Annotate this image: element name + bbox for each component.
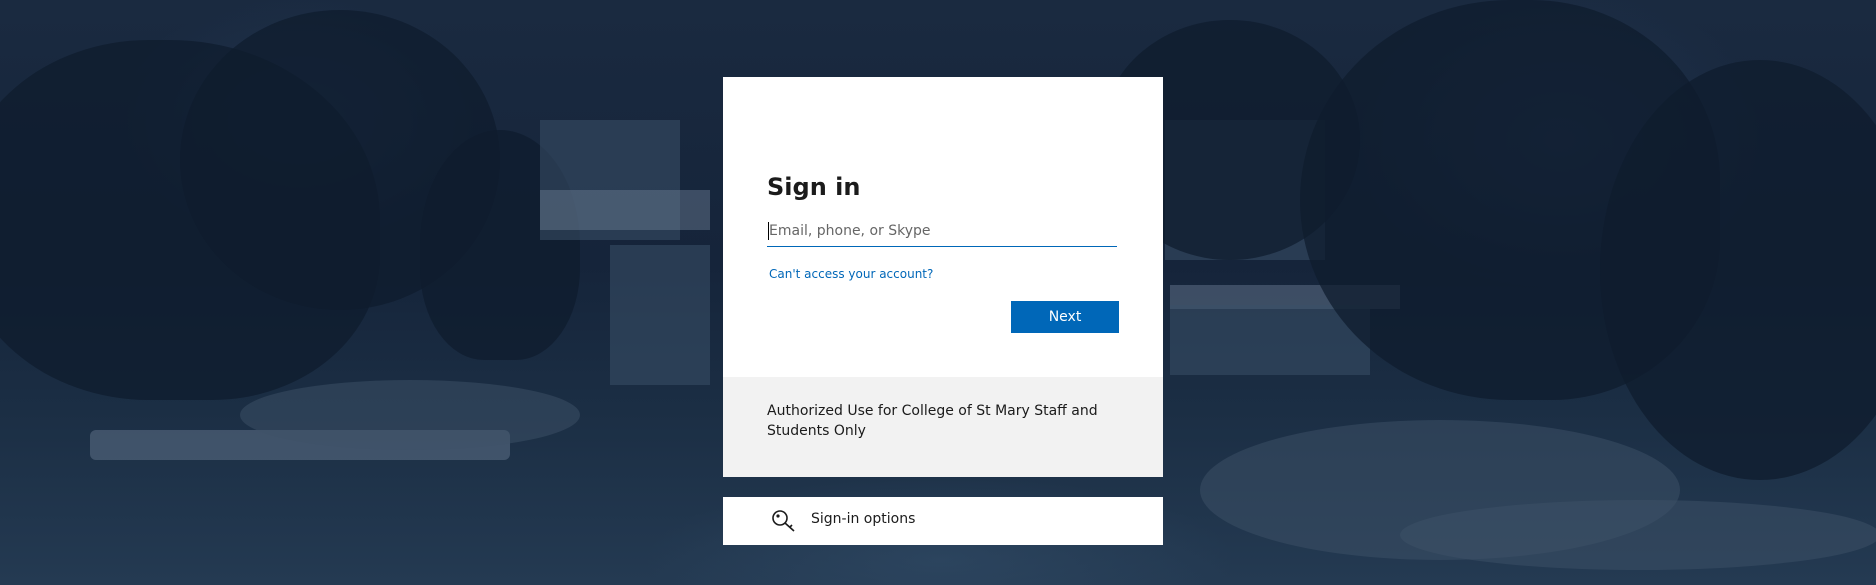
page-title: Sign in	[767, 173, 861, 201]
signin-card: Sign in Can't access your account? Next	[723, 77, 1163, 377]
cant-access-account-link[interactable]: Can't access your account?	[769, 267, 933, 281]
key-icon	[771, 509, 797, 533]
signin-options-label: Sign-in options	[811, 511, 916, 527]
next-button[interactable]: Next	[1011, 301, 1119, 333]
signin-options-button[interactable]: Sign-in options	[723, 497, 1163, 545]
email-field[interactable]	[767, 215, 1117, 247]
text-cursor	[768, 222, 769, 240]
notice-text: Authorized Use for College of St Mary St…	[767, 403, 1098, 439]
authorized-use-notice: Authorized Use for College of St Mary St…	[723, 377, 1163, 477]
